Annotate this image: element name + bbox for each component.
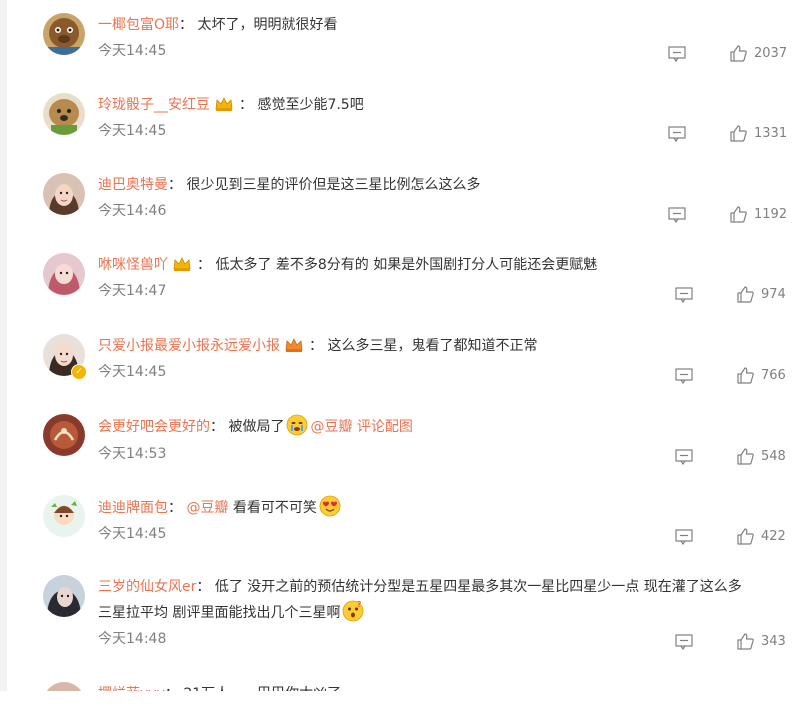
like-count: 1331 bbox=[754, 126, 788, 141]
like-count: 343 bbox=[761, 634, 786, 649]
mention-link[interactable]: @豆瓣 bbox=[310, 419, 352, 435]
reply-icon[interactable] bbox=[675, 368, 693, 385]
comment-item: 迪迪牌面包： @豆瓣 看看可不可笑 今天14:45 422 bbox=[0, 495, 809, 565]
thumbs-up-icon bbox=[730, 206, 747, 223]
avatar[interactable] bbox=[43, 173, 85, 215]
crown-badge-icon bbox=[214, 96, 234, 112]
verified-badge-icon: ✓ bbox=[71, 364, 87, 380]
comment-time: 今天14:46 bbox=[98, 203, 167, 219]
comment-item: 咻咪怪兽吖： 低太多了 差不多8分有的 如果是外国剧打分人可能还会更赋魅 今天1… bbox=[0, 253, 809, 323]
bottom-mask bbox=[0, 691, 809, 706]
comment-text: 太坏了，明明就很好看 bbox=[197, 17, 338, 33]
comment-time: 今天14:47 bbox=[98, 283, 167, 299]
reply-icon[interactable] bbox=[668, 126, 686, 143]
comment-nickname[interactable]: 迪巴奥特曼 bbox=[98, 177, 168, 193]
comment-item: 玲珑骰子__安红豆： 感觉至少能7.5吧 今天14:45 1331 bbox=[0, 93, 809, 163]
comment-item: 迪巴奥特曼： 很少见到三星的评价但是这三星比例怎么这么多 今天14:46 119… bbox=[0, 173, 809, 243]
svg-text:?: ? bbox=[357, 600, 361, 609]
thinking-emoji-icon: ? bbox=[342, 600, 364, 622]
like-count: 974 bbox=[761, 287, 786, 302]
crown-badge-icon bbox=[172, 256, 192, 272]
thumbs-up-icon bbox=[730, 125, 747, 142]
comment-image-link[interactable]: 评论配图 bbox=[357, 419, 413, 435]
comment-text: 很少见到三星的评价但是这三星比例怎么这么多 bbox=[186, 177, 481, 193]
comment-text: 这么多三星，鬼看了都知道不正常 bbox=[327, 338, 538, 354]
thumbs-up-icon bbox=[737, 528, 754, 545]
comment-time: 今天14:53 bbox=[98, 446, 167, 462]
comment-time: 今天14:45 bbox=[98, 43, 167, 59]
heart-eyes-emoji-icon bbox=[319, 495, 341, 517]
comment-text: 低太多了 差不多8分有的 如果是外国剧打分人可能还会更赋魅 bbox=[215, 257, 598, 273]
like-count: 2037 bbox=[754, 46, 788, 61]
comment-text: 看看可不可笑 bbox=[232, 500, 317, 516]
like-count: 548 bbox=[761, 449, 786, 464]
comment-nickname[interactable]: 咻咪怪兽吖 bbox=[98, 257, 168, 273]
comment-nickname[interactable]: 一椰包富O耶 bbox=[98, 17, 179, 33]
crown-badge-icon bbox=[284, 337, 304, 353]
comment-nickname[interactable]: 只爱小报最爱小报永远爱小报 bbox=[98, 338, 280, 354]
reply-icon[interactable] bbox=[675, 634, 693, 651]
comment-text-line1: 低了 没开之前的预估统计分型是五星四星最多其次一星比四星少一点 现在灌了这么多 bbox=[214, 579, 742, 595]
avatar[interactable] bbox=[43, 495, 85, 537]
avatar[interactable] bbox=[43, 253, 85, 295]
thumbs-up-icon bbox=[730, 45, 747, 62]
comment-item: 三岁的仙女风er： 低了 没开之前的预估统计分型是五星四星最多其次一星比四星少一… bbox=[0, 575, 809, 675]
avatar[interactable] bbox=[43, 93, 85, 135]
comment-item: 会更好吧会更好的： 被做局了 @豆瓣 评论配图 今天14:53 548 bbox=[0, 414, 809, 484]
comment-nickname[interactable]: 会更好吧会更好的 bbox=[98, 419, 210, 435]
comment-time: 今天14:45 bbox=[98, 123, 167, 139]
comment-time: 今天14:45 bbox=[98, 526, 167, 542]
avatar[interactable] bbox=[43, 13, 85, 55]
reply-icon[interactable] bbox=[675, 287, 693, 304]
avatar[interactable] bbox=[43, 414, 85, 456]
reply-icon[interactable] bbox=[675, 449, 693, 466]
comment-text: 被做局了 bbox=[228, 419, 285, 435]
reply-icon[interactable] bbox=[675, 529, 693, 546]
comment-item: ✓ 只爱小报最爱小报永远爱小报： 这么多三星，鬼看了都知道不正常 今天14:45… bbox=[0, 334, 809, 404]
comment-time: 今天14:48 bbox=[98, 631, 167, 647]
reply-icon[interactable] bbox=[668, 46, 686, 63]
comment-nickname[interactable]: 迪迪牌面包 bbox=[98, 500, 168, 516]
reply-icon[interactable] bbox=[668, 207, 686, 224]
avatar[interactable] bbox=[43, 575, 85, 617]
thumbs-up-icon bbox=[737, 367, 754, 384]
comment-nickname[interactable]: 三岁的仙女风er bbox=[98, 579, 196, 595]
crying-emoji-icon bbox=[286, 414, 308, 436]
thumbs-up-icon bbox=[737, 448, 754, 465]
thumbs-up-icon bbox=[737, 286, 754, 303]
like-count: 766 bbox=[761, 368, 786, 383]
thumbs-up-icon bbox=[737, 633, 754, 650]
comment-nickname[interactable]: 玲珑骰子__安红豆 bbox=[98, 97, 210, 113]
comment-time: 今天14:45 bbox=[98, 364, 167, 380]
comment-text-line2: 三星拉平均 剧评里面能找出几个三星啊 bbox=[98, 605, 341, 621]
mention-link[interactable]: @豆瓣 bbox=[186, 500, 228, 516]
comment-item: 一椰包富O耶： 太坏了，明明就很好看 今天14:45 2037 bbox=[0, 13, 809, 83]
like-count: 1192 bbox=[754, 207, 788, 222]
like-count: 422 bbox=[761, 529, 786, 544]
comment-text: 感觉至少能7.5吧 bbox=[257, 97, 364, 113]
